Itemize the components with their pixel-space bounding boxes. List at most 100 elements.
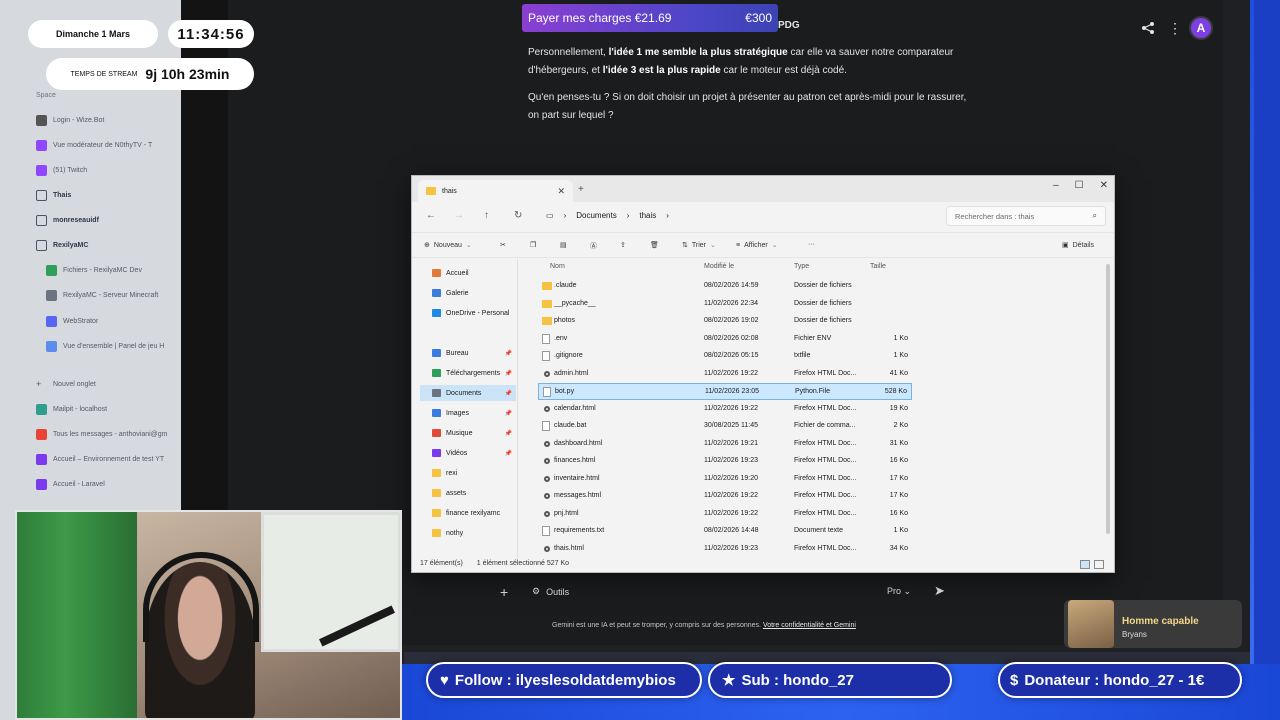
nav-item[interactable]: nothy <box>420 525 516 541</box>
forward-icon[interactable]: → <box>454 210 464 221</box>
paste-icon[interactable]: ▤ <box>560 241 567 249</box>
up-icon[interactable]: ↑ <box>484 210 489 221</box>
folder-icon <box>542 299 552 308</box>
nav-item[interactable]: Musique 📌 <box>420 425 516 441</box>
sidebar-item[interactable]: Vue d'ensemble | Panel de jeu H <box>40 336 186 356</box>
file-row[interactable]: dashboard.html 11/02/2026 19:21 Firefox HT… <box>538 436 912 453</box>
new-tab-icon[interactable]: + <box>578 184 584 195</box>
minimize-icon[interactable]: – <box>1053 180 1059 191</box>
sort-button[interactable]: ⇅ Trier ⌄ <box>682 241 716 250</box>
sidebar-item[interactable]: (51) Twitch <box>30 160 176 180</box>
search-input[interactable]: Rechercher dans : thais ⌕ <box>946 206 1106 226</box>
explorer-tab[interactable]: thais ✕ <box>418 180 573 202</box>
copy-icon[interactable]: ❐ <box>530 241 536 249</box>
back-icon[interactable]: ← <box>426 210 436 221</box>
sidebar-item[interactable]: monreseauidf <box>30 210 176 230</box>
file-size: 17 Ko <box>889 474 908 482</box>
file-row[interactable]: finances.html 11/02/2026 19:23 Firefox HTM… <box>538 453 912 470</box>
share-file-icon[interactable]: ⇪ <box>620 241 626 249</box>
sidebar-item[interactable]: RexilyaMC - Serveur Minecraft <box>40 285 186 305</box>
refresh-icon[interactable]: ↻ <box>514 210 522 221</box>
sidebar-item[interactable]: Thais <box>30 185 176 205</box>
sidebar-item[interactable]: Accueil - Laravel <box>30 474 176 494</box>
file-icon <box>542 421 550 431</box>
breadcrumb[interactable]: ▭ › Documents › thais › <box>546 211 669 220</box>
avatar[interactable]: A <box>1189 16 1213 40</box>
file-row[interactable]: photos 08/02/2026 19:02 Dossier de fichier… <box>538 313 912 330</box>
file-row[interactable]: requirements.txt 08/02/2026 14:48 Document… <box>538 523 912 540</box>
donateur-banner: $ Donateur : hondo_27 - 1€ <box>998 662 1242 698</box>
sidebar-item[interactable]: Accueil – Environnement de test YT <box>30 449 176 469</box>
nav-item[interactable]: Images 📌 <box>420 405 516 421</box>
breadcrumb-thais[interactable]: thais <box>639 211 656 220</box>
delete-icon[interactable]: 🗑 <box>650 241 659 249</box>
maximize-icon[interactable]: ☐ <box>1075 180 1084 191</box>
nav-item[interactable]: Téléchargements 📌 <box>420 365 516 381</box>
file-row[interactable]: calendar.html 11/02/2026 19:22 Firefox HTM… <box>538 401 912 418</box>
col-size[interactable]: Taille <box>870 263 886 270</box>
nav-item[interactable]: Vidéos 📌 <box>420 445 516 461</box>
sidebar-item[interactable]: Login - Wize.Bot <box>30 110 176 130</box>
share-icon[interactable] <box>1141 21 1155 35</box>
nav-item[interactable]: Documents 📌 <box>420 385 516 401</box>
file-row[interactable]: bot.py 11/02/2026 23:05 Python.File 528 Ko <box>538 383 912 400</box>
file-row[interactable]: admin.html 11/02/2026 19:22 Firefox HTML D… <box>538 366 912 383</box>
sidebar-item-label: (51) Twitch <box>53 166 88 174</box>
privacy-link[interactable]: Votre confidentialité et Gemini <box>763 622 856 629</box>
view-button[interactable]: ≡ Afficher ⌄ <box>736 241 778 250</box>
file-row[interactable]: messages.html 11/02/2026 19:22 Firefox HTM… <box>538 488 912 505</box>
new-button[interactable]: ⊕ Nouveau ⌄ <box>424 241 472 250</box>
col-name[interactable]: Nom <box>550 263 565 270</box>
sidebar-item[interactable]: Vue modérateur de N0thyTV - T <box>30 135 176 155</box>
sidebar-item[interactable]: + Nouvel onglet <box>30 374 176 394</box>
chat-header-suffix: PDG <box>778 20 800 31</box>
close-tab-icon[interactable]: ✕ <box>557 186 565 197</box>
tools-button[interactable]: ⚙ Outils <box>532 586 569 597</box>
sidebar-item[interactable]: RexilyaMC <box>30 235 176 255</box>
more-vert-icon[interactable]: ⋮ <box>1168 20 1182 37</box>
file-row[interactable]: .gitignore 08/02/2026 05:15 txtfile 1 Ko <box>538 348 912 365</box>
tiles-view-icon[interactable] <box>1094 560 1104 569</box>
rename-icon[interactable]: Ⓐ <box>590 241 597 251</box>
file-row[interactable]: pnj.html 11/02/2026 19:22 Firefox HTML Doc… <box>538 506 912 523</box>
file-row[interactable]: inventaire.html 11/02/2026 19:20 Firefox H… <box>538 471 912 488</box>
close-icon[interactable]: ✕ <box>1100 180 1108 191</box>
col-modified[interactable]: Modifié le <box>704 263 734 270</box>
firefox-file-icon <box>544 405 550 412</box>
breadcrumb-documents[interactable]: Documents <box>576 211 616 220</box>
nav-item[interactable]: Galerie <box>420 285 516 301</box>
status-bar: 17 élément(s) 1 élément sélectionné 527 … <box>420 560 569 567</box>
add-attachment-button[interactable]: + <box>500 584 508 600</box>
sidebar-item[interactable]: Tous les messages - anthoviani@gm <box>30 424 176 444</box>
details-view-icon[interactable] <box>1080 560 1090 569</box>
nav-item[interactable]: assets <box>420 485 516 501</box>
nav-item[interactable]: finance rexilyamc <box>420 505 516 521</box>
sidebar-item[interactable]: WebStrator <box>40 311 186 331</box>
file-row[interactable]: .claude 08/02/2026 14:59 Dossier de fichie… <box>538 278 912 295</box>
sidebar-item[interactable]: Fichiers - RexilyaMC Dev <box>40 260 186 280</box>
nav-item[interactable]: Accueil <box>420 265 516 281</box>
send-icon[interactable]: ➤ <box>934 583 945 599</box>
sidebar-item[interactable]: Mailpit - localhost <box>30 399 176 419</box>
overlay-right-border <box>1250 0 1280 720</box>
col-type[interactable]: Type <box>794 263 809 270</box>
mode-selector[interactable]: Pro ⌄ <box>887 586 911 597</box>
file-row[interactable]: thais.html 11/02/2026 19:23 Firefox HTML D… <box>538 541 912 558</box>
file-row[interactable]: __pycache__ 11/02/2026 22:34 Dossier de fi… <box>538 296 912 313</box>
file-row[interactable]: claude.bat 30/08/2025 11:45 Fichier de com… <box>538 418 912 435</box>
prompt-input-bar[interactable]: + ⚙ Outils Pro ⌄ ➤ <box>488 575 964 609</box>
file-name: dashboard.html <box>554 439 603 447</box>
nav-item[interactable]: Bureau 📌 <box>420 345 516 361</box>
file-size: 1 Ko <box>893 352 908 359</box>
scrollbar[interactable] <box>1106 264 1110 534</box>
donation-goal-bar: Payer mes charges €21.69 €300 <box>522 4 778 32</box>
nav-item[interactable]: OneDrive - Personal <box>420 305 516 321</box>
gemini-disclaimer: Gemini est une IA et peut se tromper, y … <box>552 622 856 629</box>
nav-item[interactable]: rexi <box>420 465 516 481</box>
favicon-icon <box>46 264 57 276</box>
file-row[interactable]: .env 08/02/2026 02:08 Fichier ENV 1 Ko <box>538 331 912 348</box>
more-icon[interactable]: ··· <box>808 241 815 248</box>
file-size: 16 Ko <box>889 457 908 464</box>
cut-icon[interactable]: ✂ <box>500 241 506 249</box>
details-button[interactable]: ▣ Détails <box>1062 241 1094 250</box>
